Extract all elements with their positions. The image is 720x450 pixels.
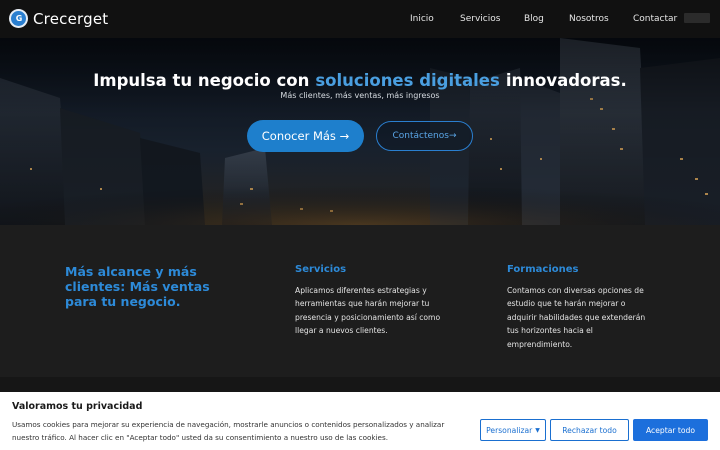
hero-title-highlight: soluciones digitales	[315, 71, 500, 90]
contactenos-button[interactable]: Contáctenos→	[376, 121, 473, 151]
nav-link-blog[interactable]: Blog	[524, 14, 544, 24]
formaciones-heading: Formaciones	[507, 264, 579, 275]
brand-logo: G	[9, 9, 28, 28]
brand-logo-mark: G	[11, 11, 26, 26]
nav-link-servicios[interactable]: Servicios	[460, 14, 500, 24]
brand-home-link[interactable]: G Crecerget	[9, 9, 108, 28]
nav-extra-button[interactable]	[684, 13, 710, 23]
hero-section: Impulsa tu negocio con soluciones digital…	[0, 38, 720, 225]
aceptar-todo-button[interactable]: Aceptar todo	[633, 419, 708, 441]
top-navbar: G Crecerget Inicio Servicios Blog Nosotr…	[0, 0, 720, 38]
hero-title-suffix: innovadoras.	[505, 71, 627, 90]
nav-link-nosotros[interactable]: Nosotros	[569, 14, 609, 24]
hero-title-prefix: Impulsa tu negocio con	[93, 71, 310, 90]
servicios-description: Aplicamos diferentes estrategias y herra…	[295, 286, 441, 336]
servicios-heading: Servicios	[295, 264, 347, 275]
cookie-description: Usamos cookies para mejorar su experienc…	[12, 420, 445, 442]
personalizar-button[interactable]: Personalizar ▼	[480, 419, 546, 441]
cookie-title: Valoramos tu privacidad	[12, 401, 143, 412]
section-divider	[0, 377, 720, 392]
formaciones-description: Contamos con diversas opciones de estudi…	[507, 286, 646, 349]
nav-link-contactar[interactable]: Contactar	[633, 14, 677, 24]
hero-subtitle: Más clientes, más ventas, más ingresos	[280, 91, 440, 100]
caret-down-icon: ▼	[535, 426, 540, 434]
conocer-mas-button[interactable]: Conocer Más →	[247, 120, 364, 152]
features-tagline: Más alcance y más clientes: Más ventas p…	[65, 264, 210, 309]
rechazar-todo-button[interactable]: Rechazar todo	[550, 419, 629, 441]
hero-title: Impulsa tu negocio con soluciones digital…	[0, 71, 720, 90]
brand-name: Crecerget	[33, 9, 109, 28]
personalizar-label: Personalizar	[486, 425, 533, 435]
cookie-consent-banner: Valoramos tu privacidad Usamos cookies p…	[0, 392, 720, 450]
features-section: Más alcance y más clientes: Más ventas p…	[0, 225, 720, 377]
nav-link-inicio[interactable]: Inicio	[410, 14, 434, 24]
